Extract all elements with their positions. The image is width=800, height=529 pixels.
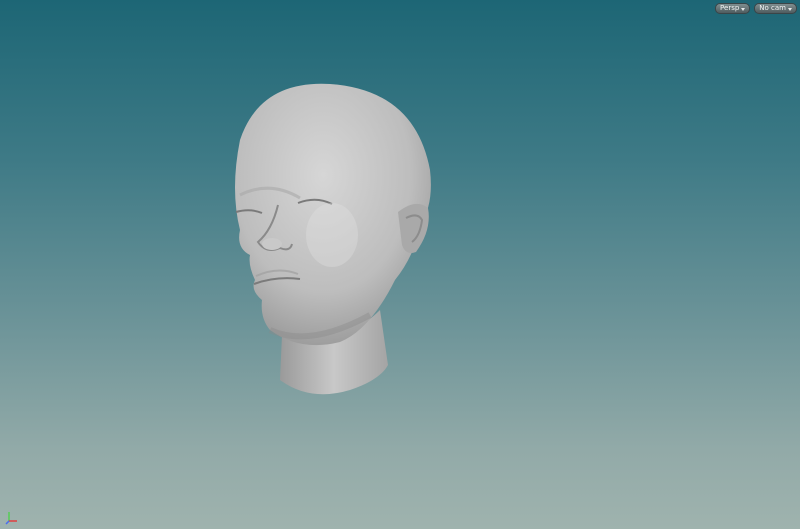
chevron-down-icon (788, 7, 792, 11)
view-camera-button[interactable]: No cam (754, 3, 797, 14)
camera-menu-label: Persp (720, 4, 740, 12)
axis-gizmo-icon (5, 512, 17, 525)
camera-menu-button[interactable]: Persp (715, 3, 751, 14)
3d-viewport[interactable]: Persp No cam (0, 0, 800, 529)
view-camera-label: No cam (759, 4, 786, 12)
head-mesh[interactable] (220, 80, 440, 400)
chevron-down-icon (741, 7, 746, 11)
viewport-top-controls: Persp No cam (715, 3, 797, 14)
